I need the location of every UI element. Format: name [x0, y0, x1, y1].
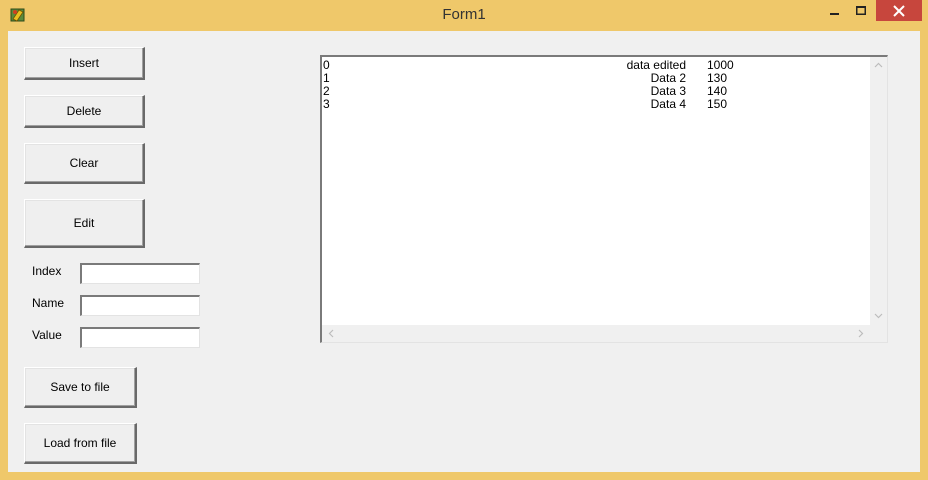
list-item-value: 150	[707, 97, 728, 111]
delete-button[interactable]: Delete	[24, 95, 145, 128]
list-item[interactable]: 1 Data 2 130	[322, 72, 870, 85]
list-item[interactable]: 2 Data 3 140	[322, 85, 870, 98]
list-item-name: Data 4	[650, 97, 686, 111]
list-item-index: 3	[323, 97, 330, 111]
horizontal-scrollbar[interactable]	[322, 325, 870, 342]
scrollbar-corner	[870, 325, 887, 342]
name-input[interactable]	[80, 295, 200, 316]
data-listbox[interactable]: 0 data edited 1000 1 Data 2 130 2 Data 3…	[320, 55, 888, 343]
list-item[interactable]: 3 Data 4 150	[322, 98, 870, 111]
scroll-right-icon[interactable]	[858, 329, 864, 338]
clear-button[interactable]: Clear	[24, 143, 145, 184]
value-input[interactable]	[80, 327, 200, 348]
close-icon	[893, 4, 905, 17]
save-to-file-button[interactable]: Save to file	[24, 367, 137, 408]
minimize-icon	[830, 12, 839, 15]
close-button[interactable]	[876, 0, 922, 21]
name-label: Name	[32, 296, 65, 310]
value-label: Value	[32, 328, 62, 342]
title-bar[interactable]: Form1	[0, 0, 928, 31]
scroll-up-icon[interactable]	[874, 62, 883, 68]
scroll-left-icon[interactable]	[328, 329, 334, 338]
index-label: Index	[32, 264, 62, 278]
vertical-scrollbar[interactable]	[870, 57, 887, 325]
minimize-button[interactable]	[822, 0, 848, 21]
form-client-area: Insert Delete Clear Edit Index Name Valu…	[8, 31, 920, 472]
edit-button[interactable]: Edit	[24, 199, 145, 248]
load-from-file-button[interactable]: Load from file	[24, 423, 137, 464]
maximize-icon	[856, 5, 866, 15]
insert-button[interactable]: Insert	[24, 47, 145, 80]
index-input[interactable]	[80, 263, 200, 284]
list-item[interactable]: 0 data edited 1000	[322, 59, 870, 72]
app-window: Form1 Insert Delete Clear Edit Index Nam…	[0, 0, 928, 480]
maximize-button[interactable]	[848, 0, 874, 21]
scroll-down-icon[interactable]	[874, 313, 883, 319]
window-title: Form1	[442, 6, 486, 23]
